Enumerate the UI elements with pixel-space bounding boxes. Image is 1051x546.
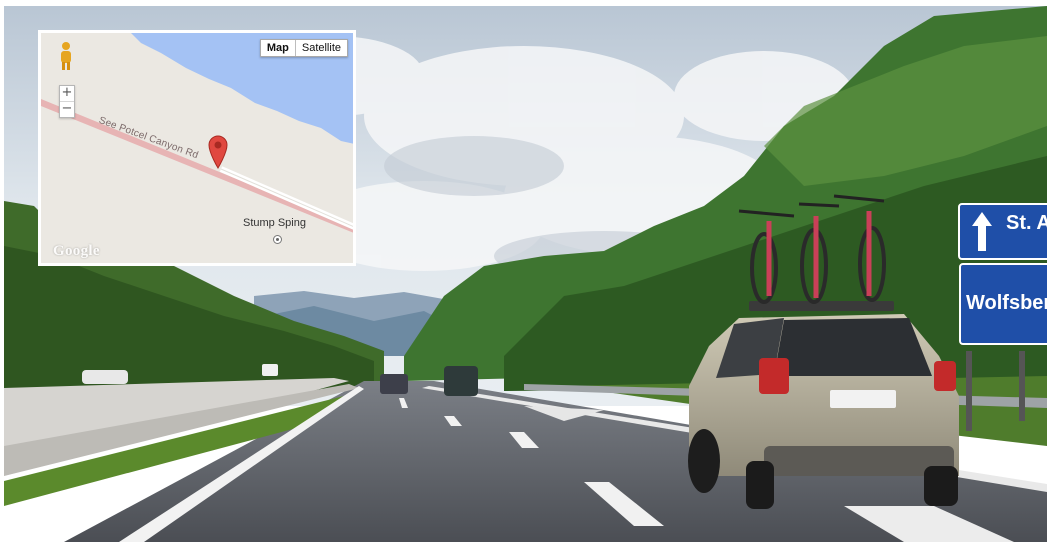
zoom-control: + − [59,85,75,118]
road-sign-top-text: St. A [1006,212,1051,234]
road-sign-bottom-text: Wolfsber [966,292,1051,314]
distant-car-bikes [444,366,478,396]
map-type-satellite-button[interactable]: Satellite [295,40,347,56]
distant-car [380,374,408,394]
map-type-control: Map Satellite [259,39,348,57]
pegman-icon[interactable] [58,41,74,71]
map-widget[interactable]: + − Map Satellite See Potcel Canyon Rd S… [38,30,356,266]
zoom-in-button[interactable]: + [60,86,74,102]
google-logo[interactable]: Google [53,243,100,260]
zoom-out-button[interactable]: − [60,102,74,117]
map-type-map-button[interactable]: Map [260,40,296,56]
map-pin-icon[interactable] [207,133,229,169]
place-label[interactable]: Stump Sping [243,217,306,229]
place-marker-icon[interactable] [273,235,282,244]
